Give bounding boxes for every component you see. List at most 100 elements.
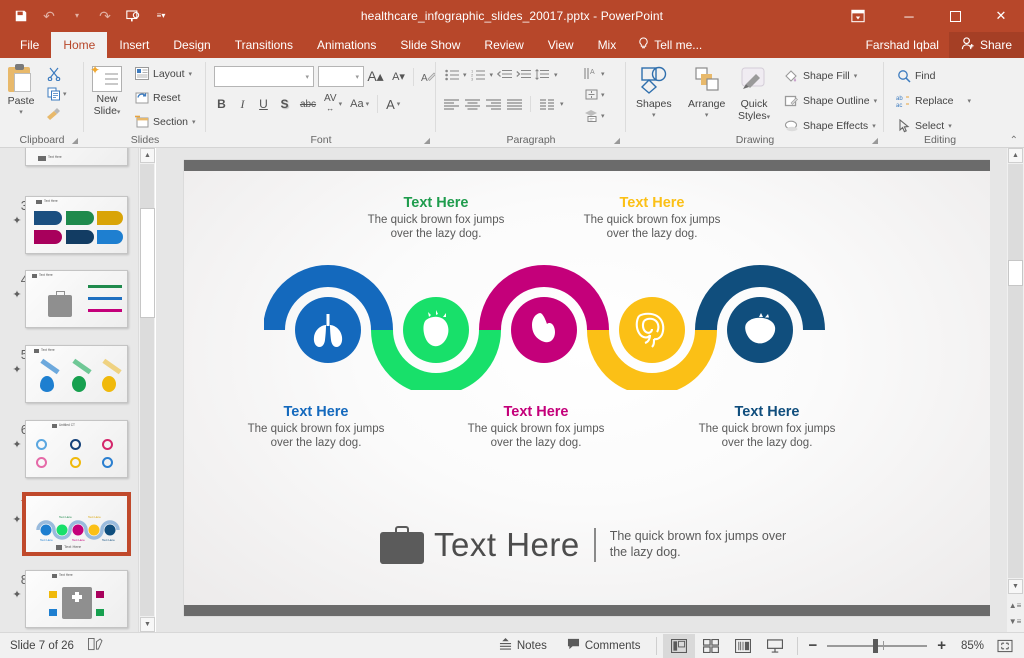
shape-fill-dropdown-icon[interactable]: ▾ (854, 72, 858, 80)
node-2-body[interactable]: The quick brown fox jumps over the lazy … (356, 213, 516, 242)
node-1-body[interactable]: The quick brown fox jumps over the lazy … (236, 422, 396, 451)
decrease-font-size-icon[interactable]: A▾ (391, 69, 406, 84)
align-text-dropdown-icon[interactable]: ▾ (601, 91, 605, 99)
columns-icon[interactable] (539, 97, 554, 112)
convert-to-smartart-icon[interactable] (584, 108, 599, 123)
numbered-list-icon[interactable]: 123 (471, 67, 486, 82)
comments-button[interactable]: Comments (557, 634, 651, 658)
change-case-dropdown-icon[interactable]: ▾ (366, 100, 370, 108)
text-direction-dropdown-icon[interactable]: ▾ (601, 70, 605, 78)
maximize-button[interactable] (932, 0, 978, 32)
align-right-icon[interactable] (486, 97, 501, 112)
paragraph-dialog-launcher[interactable]: ◢ (614, 136, 620, 145)
fit-slide-to-window-button[interactable] (992, 634, 1018, 658)
shape-effects-dropdown-icon[interactable]: ▾ (872, 122, 876, 130)
zoom-level-label[interactable]: 85% (950, 640, 984, 652)
bold-button[interactable]: B (214, 97, 229, 112)
thumbnail-pane-scrollbar[interactable]: ▲ ▼ (138, 148, 155, 632)
paste-button[interactable]: Paste ▾ (6, 64, 36, 116)
text-direction-icon[interactable]: A (584, 66, 599, 81)
character-spacing-dropdown-icon[interactable]: ▾ (339, 100, 343, 108)
convert-to-smartart-dropdown-icon[interactable]: ▾ (601, 112, 605, 120)
tab-insert[interactable]: Insert (107, 32, 161, 58)
node-4-title[interactable]: Text Here (577, 195, 727, 211)
tab-transitions[interactable]: Transitions (223, 32, 305, 58)
node-1-title[interactable]: Text Here (241, 404, 391, 420)
numbered-list-dropdown-icon[interactable]: ▾ (490, 71, 494, 79)
notes-page-icon[interactable] (88, 638, 103, 654)
node-3-body[interactable]: The quick brown fox jumps over the lazy … (456, 422, 616, 451)
zoom-slider[interactable] (827, 634, 927, 658)
slide-scroll-track[interactable] (1008, 164, 1023, 578)
footer-title[interactable]: Text Here (434, 526, 580, 564)
node-4-body[interactable]: The quick brown fox jumps over the lazy … (572, 213, 732, 242)
thumbnail-scroll-down-arrow[interactable]: ▼ (140, 617, 155, 632)
slide-scroll-thumb[interactable] (1008, 260, 1023, 286)
normal-view-button[interactable] (663, 634, 695, 658)
thumbnail-scroll-up-arrow[interactable]: ▲ (140, 148, 155, 163)
clear-formatting-icon[interactable]: A (421, 69, 436, 84)
slide-thumbnail-5[interactable]: Text Here (25, 345, 128, 403)
wave-infographic[interactable] (264, 220, 904, 390)
shape-fill-button[interactable]: Shape Fill ▾ (782, 66, 879, 85)
font-name-input[interactable]: ▾ (214, 66, 314, 87)
font-name-dropdown-icon[interactable]: ▾ (305, 73, 313, 81)
strikethrough-button[interactable]: abc (298, 97, 318, 112)
slide-footer[interactable]: Text Here The quick brown fox jumps over… (380, 526, 800, 564)
section-dropdown-icon[interactable]: ▾ (192, 118, 196, 126)
shape-effects-button[interactable]: Shape Effects ▾ (782, 116, 879, 135)
copy-icon[interactable] (46, 86, 61, 101)
increase-indent-icon[interactable] (516, 67, 531, 82)
font-size-input[interactable]: ▾ (318, 66, 364, 87)
reset-button[interactable]: Reset (132, 88, 198, 107)
shape-outline-dropdown-icon[interactable]: ▾ (874, 97, 878, 105)
arrange-button[interactable]: Arrange ▾ (688, 66, 725, 119)
font-dialog-launcher[interactable]: ◢ (424, 136, 430, 145)
tab-review[interactable]: Review (472, 32, 535, 58)
shapes-button[interactable]: Shapes ▾ (636, 66, 672, 119)
zoom-slider-handle[interactable] (873, 639, 878, 653)
tab-home[interactable]: Home (51, 32, 107, 58)
layout-dropdown-icon[interactable]: ▾ (189, 70, 193, 78)
slide-show-button[interactable] (759, 634, 791, 658)
slide-thumbnail-pane[interactable]: Text Here 3 ✦ Text Here 4 ✦ (0, 148, 138, 632)
slide-thumbnail-2[interactable]: Text Here (25, 148, 128, 166)
arrange-dropdown-icon[interactable]: ▾ (705, 111, 709, 119)
align-center-icon[interactable] (465, 97, 480, 112)
decrease-indent-icon[interactable] (497, 67, 512, 82)
justify-icon[interactable] (507, 97, 522, 112)
footer-body[interactable]: The quick brown fox jumps over the lazy … (610, 529, 800, 560)
list-item[interactable]: Text Here (0, 148, 138, 172)
next-slide-button[interactable]: ▼≡ (1009, 614, 1021, 628)
cut-icon[interactable] (46, 66, 61, 81)
slide-edit-area[interactable]: Text Here The quick brown fox jumps over… (156, 148, 990, 632)
slide-area-scrollbar[interactable]: ▲ ▼ ▲≡ ▼≡ (990, 148, 1024, 632)
list-item[interactable]: 7 ✦ Text Here Text Here Text Here Text H… (0, 495, 138, 561)
copy-dropdown-icon[interactable]: ▾ (63, 90, 67, 98)
bullet-list-icon[interactable] (444, 67, 459, 82)
section-button[interactable]: Section ▾ (132, 112, 198, 131)
slide-scroll-down-arrow[interactable]: ▼ (1008, 579, 1023, 594)
slide-thumbnail-6[interactable]: Untitled CT (25, 420, 128, 478)
quick-styles-button[interactable]: Quick Styles▾ (738, 66, 770, 122)
slide-thumbnail-8[interactable]: Text Here (25, 570, 128, 628)
layout-button[interactable]: Layout ▾ (132, 64, 198, 83)
tab-design[interactable]: Design (161, 32, 222, 58)
character-spacing-button[interactable]: AV↔ (324, 94, 337, 114)
list-item[interactable]: 3 ✦ Text Here (0, 196, 138, 262)
list-item[interactable]: 6 ✦ Untitled CT (0, 420, 138, 486)
share-button[interactable]: Share (949, 32, 1024, 58)
tab-mix[interactable]: Mix (586, 32, 629, 58)
tab-animations[interactable]: Animations (305, 32, 388, 58)
font-color-dropdown-icon[interactable]: ▾ (397, 100, 401, 108)
font-size-dropdown-icon[interactable]: ▾ (355, 73, 363, 81)
list-item[interactable]: 8 ✦ Text Here (0, 570, 138, 632)
change-case-button[interactable]: Aa (350, 98, 363, 110)
thumbnail-scroll-thumb[interactable] (140, 208, 155, 318)
replace-button[interactable]: abac Replace ▾ (894, 91, 973, 110)
list-item[interactable]: 5 ✦ Text Here (0, 345, 138, 411)
line-spacing-icon[interactable] (535, 67, 550, 82)
list-item[interactable]: 4 ✦ Text Here (0, 270, 138, 336)
line-spacing-dropdown-icon[interactable]: ▾ (554, 71, 558, 79)
format-painter-icon[interactable] (46, 106, 61, 121)
